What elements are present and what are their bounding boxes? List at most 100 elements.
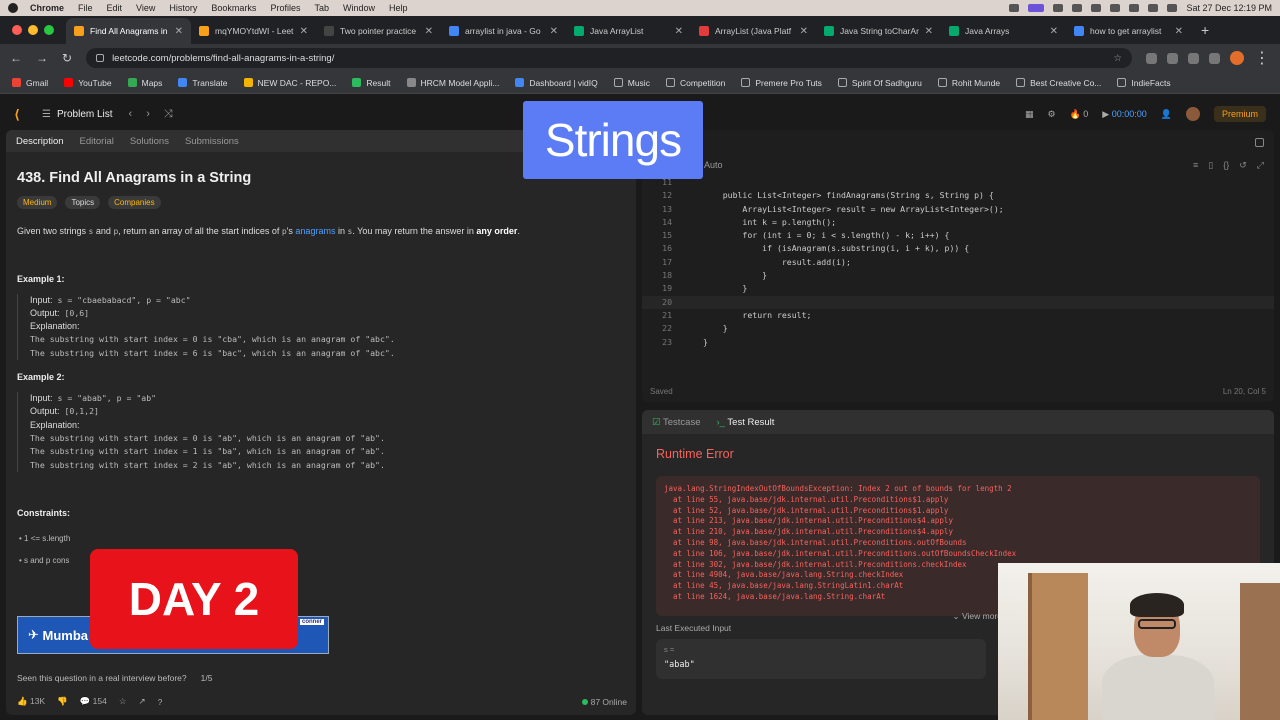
extension-icon[interactable] xyxy=(1167,52,1178,64)
minimize-window-icon[interactable] xyxy=(28,25,38,35)
maximize-window-icon[interactable] xyxy=(44,25,54,35)
close-tab-icon[interactable]: ✕ xyxy=(800,26,808,37)
ad-choices-badge[interactable]: conner xyxy=(299,619,324,625)
close-tab-icon[interactable]: ✕ xyxy=(1050,26,1058,37)
braces-icon[interactable]: {} xyxy=(1223,160,1229,171)
user-avatar[interactable] xyxy=(1185,107,1200,121)
menu-file[interactable]: File xyxy=(78,3,93,13)
status-icon[interactable] xyxy=(1072,4,1083,12)
tab-submissions[interactable]: Submissions xyxy=(185,136,239,147)
status-icon[interactable] xyxy=(1110,4,1121,12)
settings-gear-icon[interactable]: ⚙ xyxy=(1047,109,1055,120)
timer[interactable]: ▶ 00:00:00 xyxy=(1102,109,1146,120)
reset-icon[interactable]: ↺ xyxy=(1239,160,1247,171)
menu-view[interactable]: View xyxy=(136,3,155,13)
extension-icon[interactable] xyxy=(1146,52,1157,64)
premium-button[interactable]: Premium xyxy=(1213,106,1266,122)
extension-icon[interactable] xyxy=(1209,52,1220,64)
menu-kebab-icon[interactable]: ⋮ xyxy=(1254,48,1270,68)
site-info-icon[interactable] xyxy=(96,54,105,62)
status-icon[interactable] xyxy=(1053,4,1064,12)
control-center-icon[interactable] xyxy=(1167,4,1178,12)
reload-icon[interactable]: ↻ xyxy=(62,51,72,65)
leetcode-logo-icon[interactable]: ⟨ xyxy=(14,107,28,122)
streak-counter[interactable]: 🔥 0 xyxy=(1070,109,1089,120)
add-user-icon[interactable]: 👤 xyxy=(1161,109,1172,120)
format-icon[interactable]: ≡ xyxy=(1193,160,1198,171)
profile-avatar[interactable] xyxy=(1230,51,1244,65)
bookmark-item[interactable]: Translate xyxy=(178,78,228,88)
code-area[interactable]: 11 12 public List<Integer> findAnagrams(… xyxy=(642,176,1274,349)
bookmark-folder[interactable]: Rohit Munde xyxy=(937,78,1000,88)
next-problem-icon[interactable]: › xyxy=(146,108,150,120)
status-icon[interactable] xyxy=(1009,4,1020,12)
tab-description[interactable]: Description xyxy=(16,136,64,147)
share-icon[interactable]: ↗ xyxy=(138,696,145,707)
bookmark-star-icon[interactable]: ☆ xyxy=(1113,53,1122,64)
close-tab-icon[interactable]: ✕ xyxy=(675,26,683,37)
browser-tab[interactable]: how to get arraylist ✕ xyxy=(1066,18,1191,44)
back-icon[interactable]: ← xyxy=(10,51,22,65)
auto-format-toggle[interactable]: Auto xyxy=(704,160,723,170)
new-tab-button[interactable]: + xyxy=(1201,22,1209,38)
bookmark-item[interactable]: Result xyxy=(352,78,391,88)
survey-pager[interactable]: 1/5 xyxy=(201,673,213,683)
menu-edit[interactable]: Edit xyxy=(107,3,123,13)
bookmark-item[interactable]: YouTube xyxy=(64,78,112,88)
status-icon[interactable] xyxy=(1091,4,1102,12)
bookmark-folder[interactable]: Competition xyxy=(665,78,725,88)
favorite-star-icon[interactable]: ☆ xyxy=(119,696,127,707)
browser-tab[interactable]: ArrayList (Java Platf ✕ xyxy=(691,18,816,44)
bookmark-icon[interactable]: ▯ xyxy=(1208,160,1213,171)
bookmark-folder[interactable]: Premere Pro Tuts xyxy=(741,78,822,88)
browser-tab[interactable]: Java Arrays ✕ xyxy=(941,18,1066,44)
topics-button[interactable]: Topics xyxy=(65,196,101,209)
bookmark-folder[interactable]: IndieFacts xyxy=(1117,78,1171,88)
screen-record-icon[interactable] xyxy=(1028,4,1045,12)
browser-tab[interactable]: Java String toCharAr ✕ xyxy=(816,18,941,44)
layout-icon[interactable]: ▦ xyxy=(1025,109,1034,120)
close-window-icon[interactable] xyxy=(12,25,22,35)
bookmark-item[interactable]: NEW DAC - REPO... xyxy=(243,78,336,88)
browser-tab[interactable]: Find All Anagrams in ✕ xyxy=(66,18,191,44)
clock[interactable]: Sat 27 Dec 12:19 PM xyxy=(1186,3,1272,13)
fullscreen-icon[interactable]: ⤢ xyxy=(1257,160,1264,171)
bookmark-item[interactable]: Maps xyxy=(127,78,162,88)
bookmark-folder[interactable]: Spirit Of Sadhguru xyxy=(837,78,922,88)
close-tab-icon[interactable]: ✕ xyxy=(175,26,183,37)
tab-editorial[interactable]: Editorial xyxy=(80,136,114,147)
close-tab-icon[interactable]: ✕ xyxy=(425,26,433,37)
tab-solutions[interactable]: Solutions xyxy=(130,136,169,147)
close-tab-icon[interactable]: ✕ xyxy=(925,26,933,37)
menu-chrome[interactable]: Chrome xyxy=(30,3,64,13)
tab-testcase[interactable]: ☑ Testcase xyxy=(652,417,701,428)
prev-problem-icon[interactable]: ‹ xyxy=(129,108,133,120)
help-icon[interactable]: ? xyxy=(158,697,163,707)
url-input[interactable]: leetcode.com/problems/find-all-anagrams-… xyxy=(86,48,1132,68)
bookmark-item[interactable]: HRCM Model Appli... xyxy=(406,78,499,88)
close-tab-icon[interactable]: ✕ xyxy=(1175,26,1183,37)
search-icon[interactable] xyxy=(1148,4,1159,12)
tab-test-result[interactable]: ›_ Test Result xyxy=(717,417,775,428)
menu-window[interactable]: Window xyxy=(343,3,375,13)
apple-icon[interactable] xyxy=(8,3,18,13)
browser-tab[interactable]: arraylist in java - Go ✕ xyxy=(441,18,566,44)
browser-tab[interactable]: mqYMOYtdWI - Leet ✕ xyxy=(191,18,316,44)
like-button[interactable]: 👍 13K xyxy=(17,696,45,707)
bookmark-folder[interactable]: Best Creative Co... xyxy=(1016,78,1101,88)
bookmark-folder[interactable]: Music xyxy=(613,78,650,88)
menu-bookmarks[interactable]: Bookmarks xyxy=(211,3,256,13)
close-tab-icon[interactable]: ✕ xyxy=(550,26,558,37)
companies-button[interactable]: Companies xyxy=(108,196,161,209)
wifi-icon[interactable] xyxy=(1129,4,1140,12)
anagrams-link[interactable]: anagrams xyxy=(295,226,335,236)
shuffle-icon[interactable]: ⤨ xyxy=(164,108,173,121)
menu-help[interactable]: Help xyxy=(389,3,408,13)
bookmark-item[interactable]: Gmail xyxy=(12,78,48,88)
dislike-icon[interactable]: 👎 xyxy=(57,696,68,707)
menu-history[interactable]: History xyxy=(169,3,197,13)
menu-tab[interactable]: Tab xyxy=(314,3,329,13)
extension-icon[interactable] xyxy=(1188,52,1199,64)
forward-icon[interactable]: → xyxy=(36,51,48,65)
close-tab-icon[interactable]: ✕ xyxy=(300,26,308,37)
